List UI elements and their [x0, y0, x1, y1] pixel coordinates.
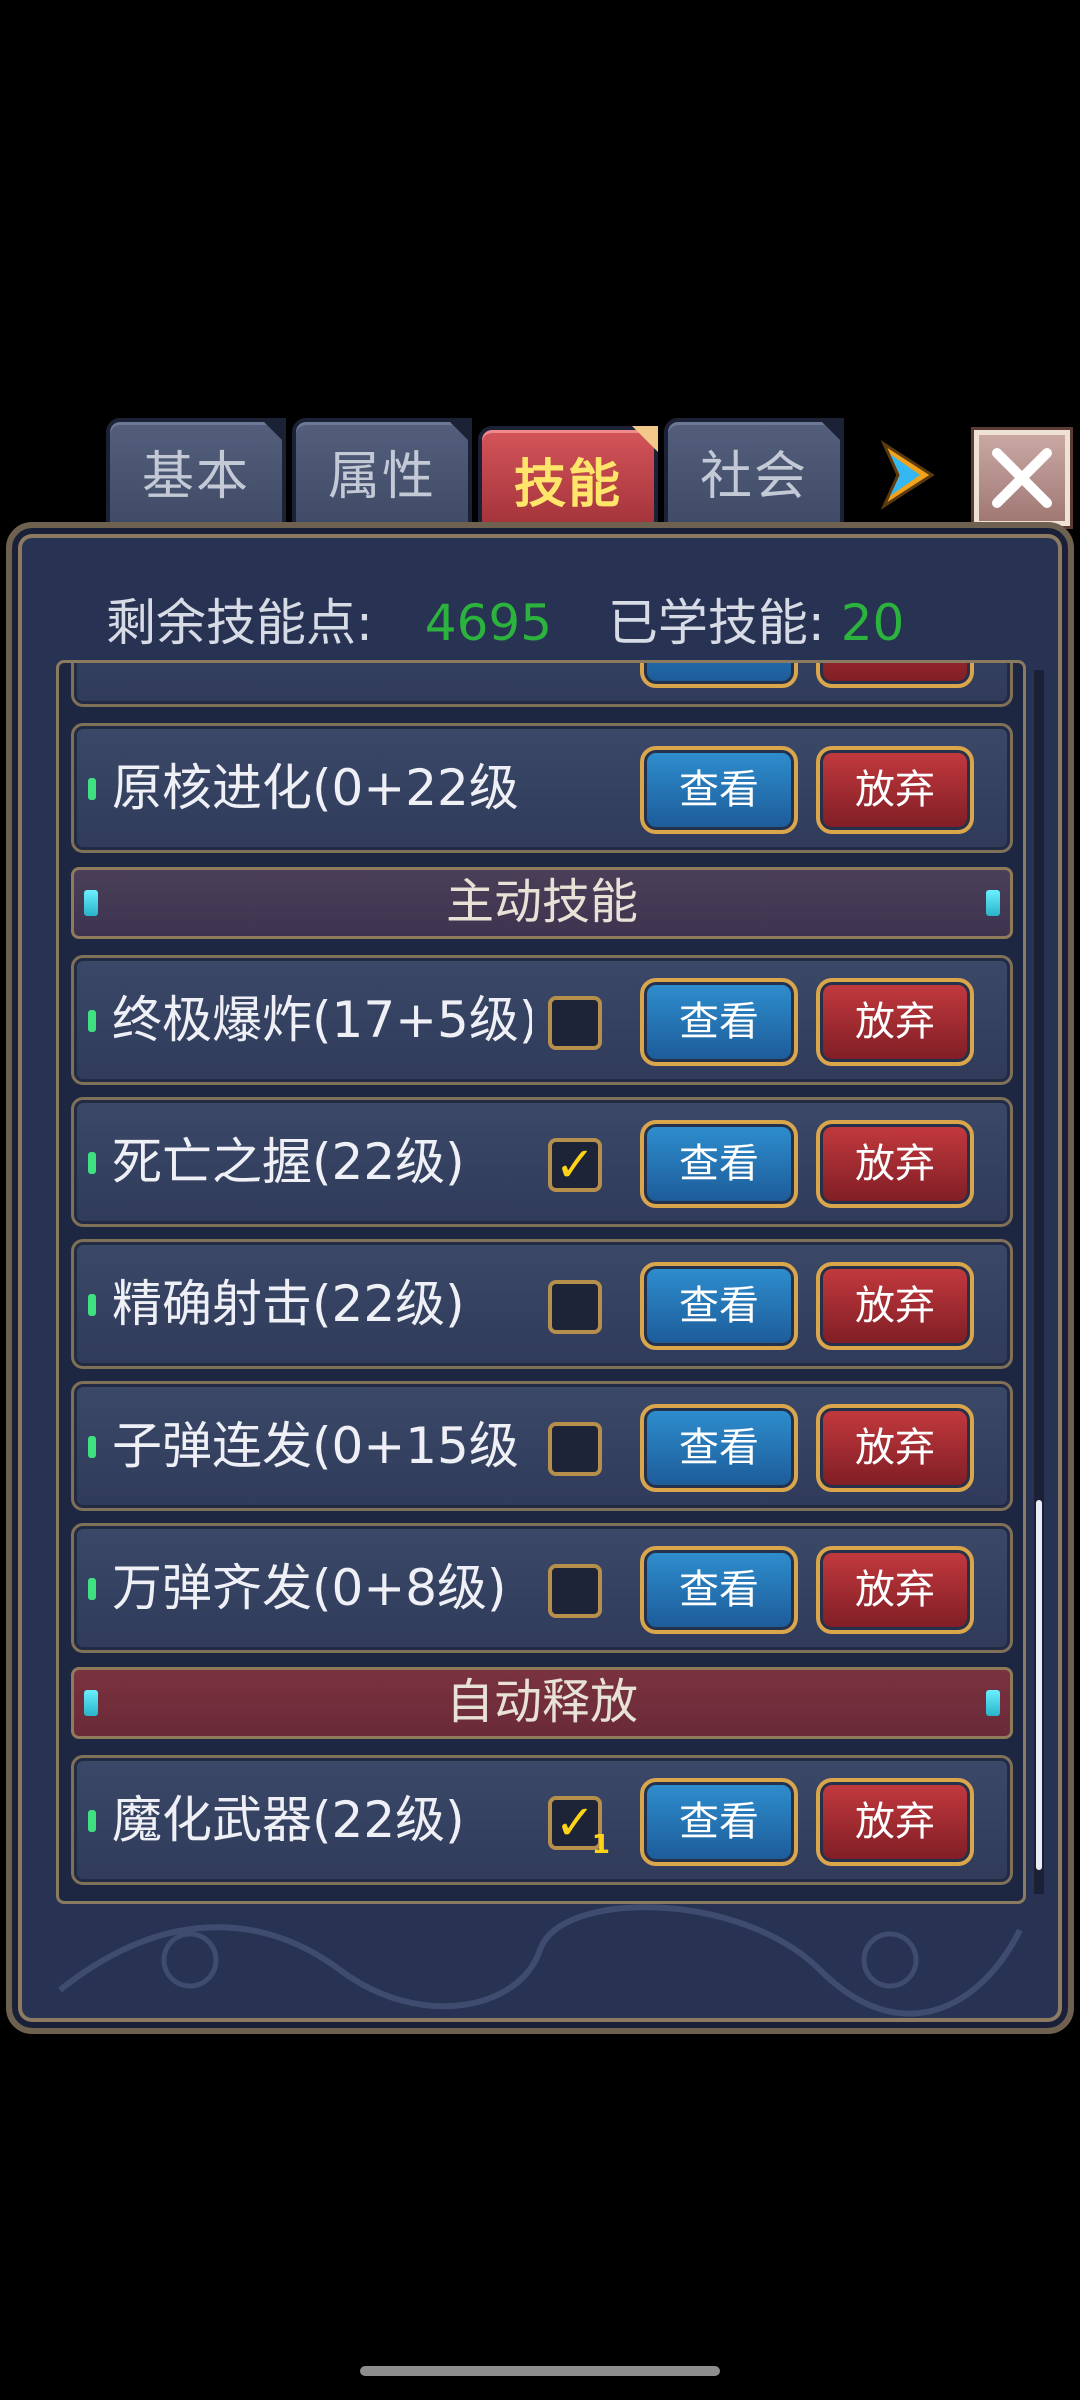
skill-name: 子弹连发(0+15级 — [112, 1417, 519, 1475]
list-item: 魔化武器(22级) ✓ 1 查看 放弃 — [71, 1755, 1013, 1885]
section-title: 自动释放 — [445, 1674, 638, 1730]
view-button[interactable]: 查看 — [640, 1404, 798, 1492]
drop-button[interactable]: 放弃 — [816, 1262, 974, 1350]
skill-name: 魔化武器(22级) — [112, 1791, 465, 1849]
home-indicator[interactable] — [360, 2366, 720, 2376]
panel-ornament — [58, 1904, 1023, 2017]
skill-name: 终极爆炸(17+5级) — [112, 991, 532, 1049]
tab-social[interactable]: 社会 — [664, 418, 844, 530]
bullet-icon — [88, 1294, 96, 1316]
scrollbar-thumb[interactable] — [1036, 1500, 1042, 1870]
view-button[interactable]: 查看 — [640, 1120, 798, 1208]
skill-list[interactable]: 原核进化(0+22级 查看 放弃 主动技能 终极爆炸(17+5级) 查看 放弃 … — [56, 660, 1026, 1904]
bullet-icon — [88, 1578, 96, 1600]
skill-summary: 剩余技能点: 4695 已学技能: 20 — [106, 588, 904, 658]
auto-checkbox[interactable]: ✓ 1 — [548, 1795, 610, 1858]
tab-basic[interactable]: 基本 — [106, 418, 286, 530]
bullet-icon — [88, 1152, 96, 1174]
bullet-icon — [88, 1436, 96, 1458]
list-item: 终极爆炸(17+5级) 查看 放弃 — [71, 955, 1013, 1085]
priority-badge: 1 — [591, 1830, 610, 1860]
learned-value: 20 — [840, 594, 905, 652]
arrow-right-icon[interactable] — [876, 439, 936, 511]
list-item: 万弹齐发(0+8级) 查看 放弃 — [71, 1523, 1013, 1653]
auto-checkbox[interactable]: ✓ — [548, 1138, 602, 1192]
drop-button[interactable]: 放弃 — [816, 1120, 974, 1208]
list-item — [71, 663, 1013, 707]
view-button[interactable]: 查看 — [640, 1778, 798, 1866]
bullet-icon — [88, 1010, 96, 1032]
auto-checkbox[interactable] — [548, 1564, 602, 1618]
section-title: 主动技能 — [445, 874, 638, 930]
list-item: 精确射击(22级) 查看 放弃 — [71, 1239, 1013, 1369]
close-button[interactable] — [974, 430, 1070, 526]
view-button[interactable]: 查看 — [640, 978, 798, 1066]
skill-name: 死亡之握(22级) — [112, 1133, 465, 1191]
skill-name: 原核进化(0+22级 — [112, 759, 519, 817]
checkmark-icon: ✓ — [554, 1137, 596, 1193]
close-icon — [992, 448, 1052, 508]
learned-label: 已学技能: — [607, 594, 825, 652]
list-item: 死亡之握(22级) ✓ 查看 放弃 — [71, 1097, 1013, 1227]
section-header-active: 主动技能 — [71, 867, 1013, 939]
bullet-icon — [88, 778, 96, 800]
list-item: 原核进化(0+22级 查看 放弃 — [71, 723, 1013, 853]
view-button[interactable]: 查看 — [640, 1546, 798, 1634]
view-button[interactable]: 查看 — [640, 1262, 798, 1350]
tab-attributes[interactable]: 属性 — [292, 418, 472, 530]
points-value: 4695 — [424, 594, 553, 652]
drop-button[interactable]: 放弃 — [816, 746, 974, 834]
checkmark-icon: ✓ — [554, 1795, 596, 1851]
auto-checkbox[interactable] — [548, 1422, 602, 1476]
drop-button[interactable]: 放弃 — [816, 1778, 974, 1866]
points-label: 剩余技能点: — [106, 594, 373, 652]
drop-button[interactable]: 放弃 — [816, 1404, 974, 1492]
drop-button[interactable] — [816, 663, 974, 688]
skill-name: 万弹齐发(0+8级) — [112, 1559, 507, 1617]
section-header-auto: 自动释放 — [71, 1667, 1013, 1739]
skill-name: 精确射击(22级) — [112, 1275, 465, 1333]
bullet-icon — [88, 1810, 96, 1832]
view-button[interactable] — [640, 663, 798, 688]
auto-checkbox[interactable] — [548, 996, 602, 1050]
view-button[interactable]: 查看 — [640, 746, 798, 834]
drop-button[interactable]: 放弃 — [816, 978, 974, 1066]
auto-checkbox[interactable] — [548, 1280, 602, 1334]
drop-button[interactable]: 放弃 — [816, 1546, 974, 1634]
list-item: 子弹连发(0+15级 查看 放弃 — [71, 1381, 1013, 1511]
